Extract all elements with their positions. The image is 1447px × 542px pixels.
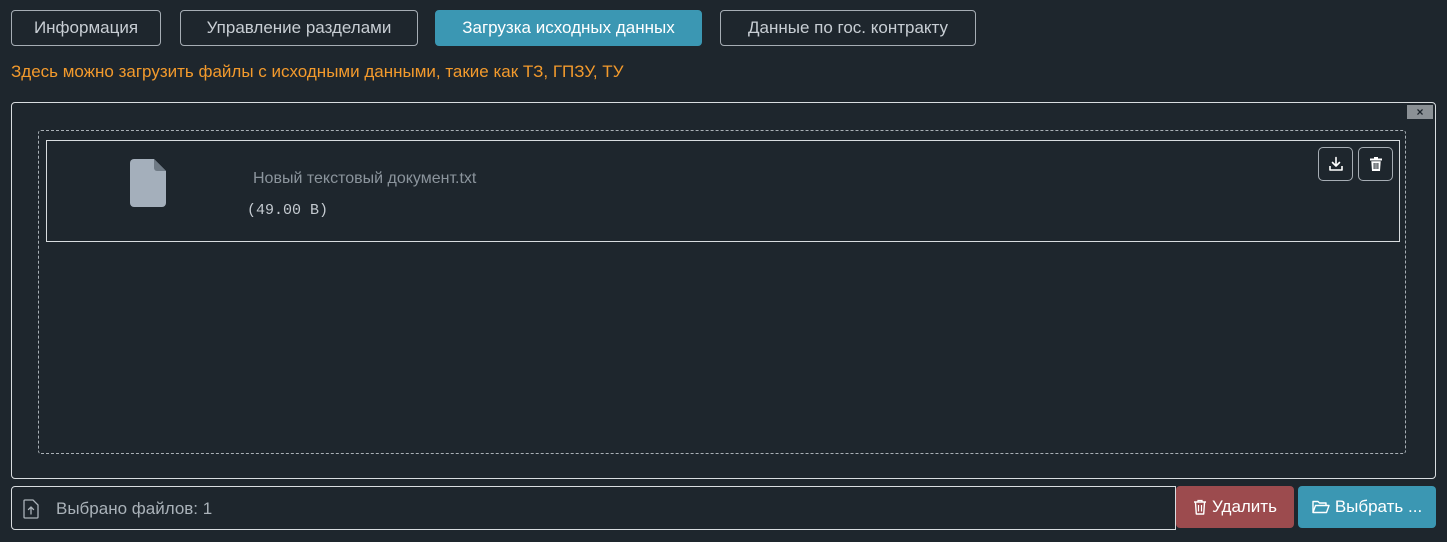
tab-state-contract-data[interactable]: Данные по гос. контракту	[720, 10, 976, 46]
close-icon[interactable]: ×	[1407, 105, 1433, 119]
file-icon	[130, 159, 166, 207]
file-upload-icon	[23, 499, 39, 519]
delete-button[interactable]: Удалить	[1176, 486, 1294, 528]
delete-button-label: Удалить	[1212, 497, 1277, 516]
trash-icon	[1369, 157, 1382, 171]
drop-zone[interactable]: Новый текстовый документ.txt (49.00 B)	[38, 130, 1406, 454]
upload-hint-text: Здесь можно загрузить файлы с исходными …	[11, 62, 624, 81]
download-icon	[1328, 156, 1343, 171]
file-input-group: Выбрано файлов: 1 Удалить Выбрать ...	[11, 486, 1436, 530]
download-file-button[interactable]	[1318, 147, 1353, 181]
delete-file-button[interactable]	[1358, 147, 1393, 181]
file-preview-card: Новый текстовый документ.txt (49.00 B)	[46, 140, 1400, 242]
file-upload-panel: × Новый текстовый документ.txt (49.00 B)	[11, 102, 1436, 479]
tab-source-data-upload[interactable]: Загрузка исходных данных	[435, 10, 702, 46]
tab-section-management[interactable]: Управление разделами	[180, 10, 418, 46]
files-selected-count: Выбрано файлов: 1	[56, 499, 213, 518]
file-size: (49.00 B)	[247, 202, 329, 219]
selected-files-field[interactable]: Выбрано файлов: 1	[11, 486, 1176, 530]
file-name: Новый текстовый документ.txt	[253, 170, 477, 187]
folder-open-icon	[1312, 500, 1330, 514]
tab-information[interactable]: Информация	[11, 10, 161, 46]
select-files-label: Выбрать ...	[1334, 497, 1423, 516]
select-files-button[interactable]: Выбрать ...	[1298, 486, 1436, 528]
trash-icon	[1194, 499, 1207, 515]
